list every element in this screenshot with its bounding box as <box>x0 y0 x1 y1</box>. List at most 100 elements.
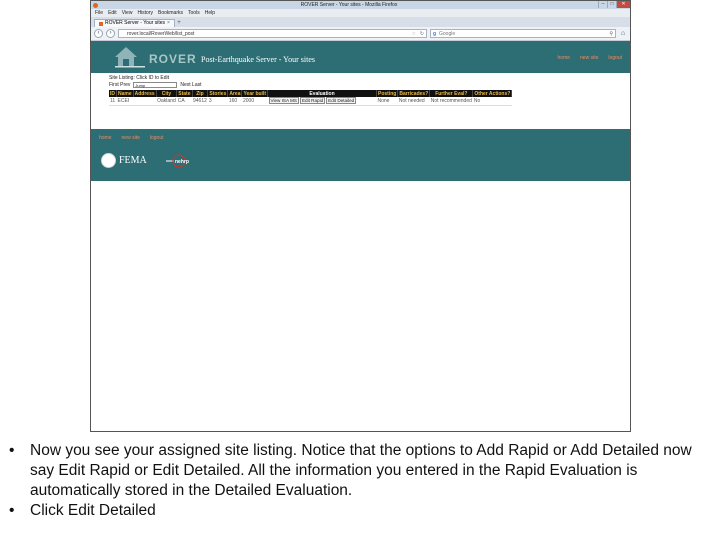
tab-rover-sites[interactable]: ROVER Server - Your sites × <box>94 19 175 27</box>
sites-table: ID Name Address City State Zip Stories A… <box>109 90 513 106</box>
site-zip: 94612 <box>192 97 208 106</box>
col-posting: Posting <box>376 90 399 97</box>
url-bar[interactable]: rover.local/RoverWeb/list_post ☆ ↻ <box>118 29 427 38</box>
col-stories: Stories <box>207 90 229 97</box>
link-logout[interactable]: logout <box>608 55 622 61</box>
tab-strip: ROVER Server - Your sites × + <box>91 17 630 27</box>
search-box[interactable]: g Google ⚲ <box>430 29 616 38</box>
bullet-icon: • <box>9 502 15 519</box>
fema-logo: FEMA <box>101 153 147 168</box>
fema-wordmark: FEMA <box>119 155 147 166</box>
bookmark-star-icon[interactable]: ☆ <box>412 30 416 38</box>
view-isa-ms-button[interactable]: View ISA MS <box>268 97 299 105</box>
navigation-toolbar: ‹ › rover.local/RoverWeb/list_post ☆ ↻ g… <box>91 27 630 41</box>
home-icon[interactable]: ⌂ <box>619 30 627 38</box>
link-new-site[interactable]: new site <box>580 55 598 61</box>
site-listing: Site Listing: Click ID to Edit First Pre… <box>91 73 630 129</box>
site-further-eval: Not recommended <box>429 97 473 106</box>
col-barricades: Barricades? <box>397 90 431 97</box>
window-title: ROVER Server - Your sites - Mozilla Fire… <box>300 2 398 8</box>
rover-house-logo-icon <box>115 47 145 68</box>
firefox-icon <box>93 2 98 8</box>
slide: ROVER Server - Your sites - Mozilla Fire… <box>0 0 720 540</box>
menu-bookmarks[interactable]: Bookmarks <box>158 9 183 17</box>
footer-link-logout[interactable]: logout <box>150 135 164 141</box>
tab-label: ROVER Server - Your sites <box>105 20 166 26</box>
edit-detailed-button[interactable]: Edit Detailed <box>326 97 357 105</box>
site-barricades: Not needed <box>397 97 430 106</box>
fema-seal-icon <box>101 153 116 168</box>
col-further-eval: Further Eval? <box>429 90 474 97</box>
site-area: 160 <box>227 97 242 106</box>
jump-select[interactable]: Jump <box>133 82 178 88</box>
menu-edit[interactable]: Edit <box>108 9 117 17</box>
header-links: home new site logout <box>558 55 622 61</box>
note-item: • Click Edit Detailed <box>5 501 705 521</box>
new-tab-icon[interactable]: + <box>175 20 183 27</box>
url-text: rover.local/RoverWeb/list_post <box>127 31 195 37</box>
site-stories: 3 <box>207 97 228 106</box>
page-footer: home new site logout FEMA nehrp <box>91 129 630 181</box>
site-address <box>133 97 157 106</box>
minimize-icon[interactable]: – <box>598 1 607 8</box>
site-id-link[interactable]: 11 <box>109 97 117 106</box>
pagination: First Prev Jump Next Last <box>109 82 630 88</box>
browser-screenshot: ROVER Server - Your sites - Mozilla Fire… <box>90 0 631 432</box>
bullet-icon: • <box>9 442 15 459</box>
footer-link-home[interactable]: home <box>99 135 112 141</box>
menu-history[interactable]: History <box>137 9 153 17</box>
site-other-actions: No <box>472 97 512 106</box>
col-state: State <box>176 90 193 97</box>
menu-bar: File Edit View History Bookmarks Tools H… <box>91 9 630 17</box>
favicon-icon <box>99 21 103 26</box>
col-city: City <box>156 90 178 97</box>
site-listing-title: Site Listing: Click ID to Edit <box>109 75 170 81</box>
close-icon[interactable]: ✕ <box>616 1 630 8</box>
window-controls: – □ ✕ <box>598 1 630 9</box>
window-title-bar: ROVER Server - Your sites - Mozilla Fire… <box>91 1 630 9</box>
menu-tools[interactable]: Tools <box>188 9 200 17</box>
footer-link-new-site[interactable]: new site <box>122 135 140 141</box>
site-name: ECEI <box>116 97 134 106</box>
forward-arrow-icon[interactable]: › <box>106 29 115 38</box>
site-state: CA <box>176 97 192 106</box>
menu-file[interactable]: File <box>95 9 103 17</box>
search-placeholder: Google <box>439 31 456 37</box>
table-header-row: ID Name Address City State Zip Stories A… <box>109 90 513 97</box>
rover-page: ROVER Post-Earthquake Server - Your site… <box>91 41 630 181</box>
menu-view[interactable]: View <box>122 9 133 17</box>
next-last-links[interactable]: Next Last <box>180 82 201 88</box>
note-text: Now you see your assigned site listing. … <box>30 442 692 499</box>
col-area: Area <box>227 90 243 97</box>
tab-close-icon[interactable]: × <box>167 20 170 27</box>
col-id: ID <box>109 90 117 97</box>
link-home[interactable]: home <box>558 55 571 61</box>
back-arrow-icon[interactable]: ‹ <box>94 29 103 38</box>
footer-links: home new site logout <box>99 135 163 141</box>
instruction-notes: • Now you see your assigned site listing… <box>5 441 705 521</box>
col-address: Address <box>133 90 157 97</box>
evaluation-cell: View ISA MS Edit Rapid Edit Detailed <box>267 97 377 106</box>
col-other-actions: Other Actions? <box>472 90 513 97</box>
site-year-built: 2000 <box>241 97 268 106</box>
note-text: Click Edit Detailed <box>30 502 156 519</box>
col-zip: Zip <box>192 90 209 97</box>
search-icon[interactable]: ⚲ <box>609 30 613 38</box>
rover-brand: ROVER <box>149 52 197 66</box>
site-city: Oakland <box>156 97 177 106</box>
menu-help[interactable]: Help <box>205 9 215 17</box>
google-icon: g <box>433 31 437 37</box>
first-prev-links[interactable]: First Prev <box>109 82 130 88</box>
site-posting: None <box>376 97 398 106</box>
reload-icon[interactable]: ↻ <box>420 30 424 38</box>
note-item: • Now you see your assigned site listing… <box>5 441 705 501</box>
page-tagline: Post-Earthquake Server - Your sites <box>201 55 315 64</box>
col-evaluation: Evaluation <box>267 90 377 97</box>
col-name: Name <box>116 90 134 97</box>
maximize-icon[interactable]: □ <box>607 1 616 8</box>
nehrp-wordmark: nehrp <box>175 159 189 165</box>
table-row: 11 ECEI Oakland CA 94612 3 160 2000 View… <box>109 97 512 106</box>
col-year-built: Year built <box>241 90 268 97</box>
edit-rapid-button[interactable]: Edit Rapid <box>299 97 326 105</box>
page-header: ROVER Post-Earthquake Server - Your site… <box>91 41 630 73</box>
